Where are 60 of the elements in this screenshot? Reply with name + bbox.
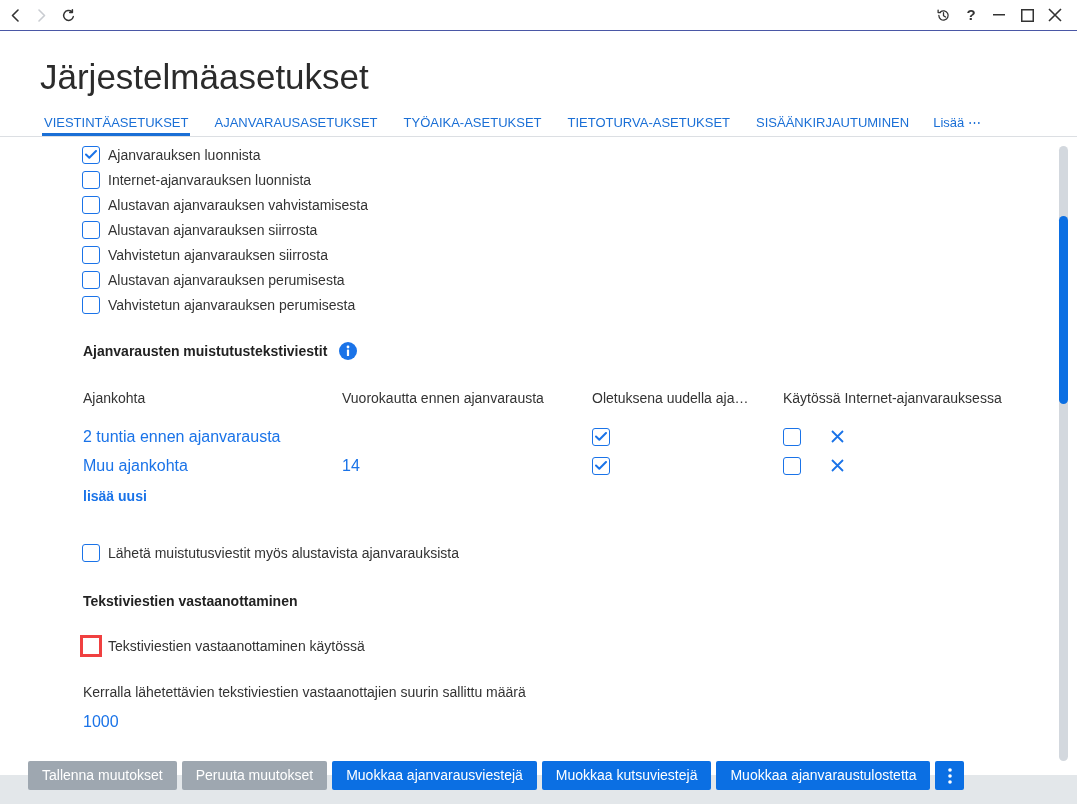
checkbox[interactable] <box>82 295 100 314</box>
action-button[interactable]: Muokkaa kutsuviestejä <box>541 761 712 790</box>
checkbox[interactable] <box>82 245 100 264</box>
checkbox-label: Tekstiviestien vastaanottaminen käytössä <box>108 636 365 656</box>
tab[interactable]: SISÄÄNKIRJAUTUMINEN <box>754 110 912 136</box>
days-value[interactable]: 14 <box>342 456 360 474</box>
checkbox[interactable] <box>82 270 100 289</box>
checkbox-label: Lähetä muistutusviestit myös alustavista ajanvarauksista <box>108 543 459 563</box>
checkbox[interactable] <box>82 220 100 239</box>
time-link[interactable]: 2 tuntia ennen ajanvarausta <box>83 427 281 445</box>
checkbox[interactable] <box>592 427 610 446</box>
checkbox-label: Alustavan ajanvarauksen siirrosta <box>108 220 318 240</box>
check-icon <box>595 461 607 470</box>
checkbox[interactable] <box>82 195 100 214</box>
field-label: Kerralla lähetettävien tekstiviestien vastaanottajien suurin sallittu määrä <box>83 684 526 700</box>
more-button[interactable] <box>935 761 965 790</box>
tab[interactable]: TYÖAIKA-ASETUKSET <box>401 110 544 136</box>
delete-icon[interactable] <box>831 459 844 472</box>
close-icon[interactable] <box>1048 8 1062 22</box>
checkbox-label: Alustavan ajanvarauksen vahvistamisesta <box>108 195 368 215</box>
checkbox[interactable] <box>783 456 801 475</box>
checkbox-label: Vahvistetun ajanvarauksen perumisesta <box>108 295 356 315</box>
refresh-icon[interactable] <box>62 8 75 22</box>
checkbox[interactable] <box>82 543 100 562</box>
back-icon[interactable] <box>10 8 19 22</box>
more-tabs-link[interactable]: Lisää ⋯ <box>933 110 981 136</box>
column-header: Käytössä Internet-ajanvarauksessa <box>783 390 1002 406</box>
checkbox-label: Ajanvarauksen luonnista <box>108 145 261 165</box>
check-icon <box>595 432 607 441</box>
minimize-icon[interactable] <box>993 14 1005 16</box>
more-vertical-icon <box>947 767 952 784</box>
section-heading: Ajanvarausten muistutustekstiviestit <box>83 342 328 361</box>
max-recipients-value[interactable]: 1000 <box>83 713 119 730</box>
page-title: Järjestelmäasetukset <box>39 56 370 98</box>
action-button[interactable]: Muokkaa ajanvaraustulostetta <box>716 761 931 790</box>
section-heading: Tekstiviestien vastaanottaminen <box>83 593 298 609</box>
checkbox[interactable] <box>592 456 610 475</box>
column-header: Oletuksena uudella aja… <box>592 390 749 406</box>
tab[interactable]: TIETOTURVA-ASETUKSET <box>565 110 733 136</box>
checkbox[interactable] <box>82 145 100 164</box>
scrollbar-thumb[interactable] <box>1059 216 1068 404</box>
checkbox[interactable] <box>783 427 801 446</box>
action-button[interactable]: Muokkaa ajanvarausviestejä <box>332 761 537 790</box>
help-button[interactable]: ? <box>964 6 978 24</box>
add-new-link[interactable]: lisää uusi <box>83 488 147 504</box>
maximize-icon[interactable] <box>1020 8 1034 22</box>
checkbox-label: Internet-ajanvarauksen luonnista <box>108 170 312 190</box>
checkbox[interactable] <box>82 170 100 189</box>
column-header: Ajankohta <box>83 390 146 406</box>
check-icon <box>85 150 97 159</box>
history-icon[interactable] <box>936 8 950 22</box>
scrollbar[interactable] <box>1059 146 1068 761</box>
info-icon[interactable] <box>339 342 358 360</box>
column-header: Vuorokautta ennen ajanvarausta <box>342 390 544 406</box>
checkbox-label: Alustavan ajanvarauksen perumisesta <box>108 270 345 290</box>
tab[interactable]: VIESTINTÄASETUKSET <box>42 110 191 136</box>
delete-icon[interactable] <box>831 430 844 443</box>
checkbox-label: Vahvistetun ajanvarauksen siirrosta <box>108 245 328 265</box>
tab[interactable]: AJANVARAUSASETUKSET <box>212 110 380 136</box>
time-link[interactable]: Muu ajankohta <box>83 456 188 474</box>
